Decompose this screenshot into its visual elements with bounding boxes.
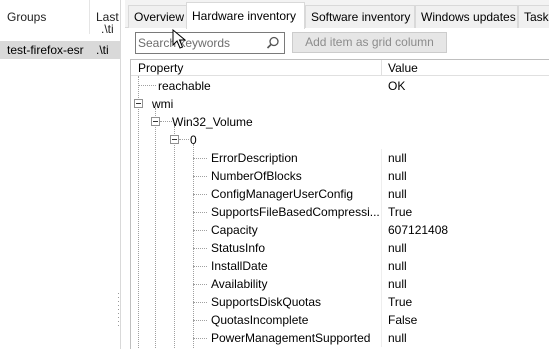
property-name: SupportsFileBasedCompressi... [211,205,380,219]
tree-row[interactable]: ErrorDescription null [131,149,549,167]
property-value: null [388,241,407,255]
property-value: False [388,313,418,327]
tab-hardware-inventory[interactable]: Hardware inventory [186,2,305,29]
last-column-second-line: .\ti [101,22,114,36]
search-box[interactable] [135,32,285,54]
tab-software-inventory[interactable]: Software inventory [305,5,415,28]
group-row[interactable]: test-firefox-esr .\ti [0,41,120,59]
property-value: True [388,205,413,219]
tab-windows-updates[interactable]: Windows updates [415,5,518,28]
property-value: True [388,295,413,309]
tree-row[interactable]: SupportsDiskQuotas True [131,293,549,311]
tree-row[interactable]: Availability null [131,275,549,293]
tree-row[interactable]: InstallDate null [131,257,549,275]
tree-row[interactable]: NumberOfBlocks null [131,167,549,185]
property-name: StatusInfo [211,241,266,255]
tree-row[interactable]: SupportsFileBasedCompressi... True [131,203,549,221]
tree-row[interactable]: ConfigManagerUserConfig null [131,185,549,203]
tree-row-win32-volume[interactable]: Win32_Volume [131,113,549,131]
property-name: Capacity [211,223,258,237]
property-name: Win32_Volume [172,115,253,129]
groups-pane: Groups Last .\ti test-firefox-esr .\ti [0,0,121,349]
property-name: PowerManagementSupported [211,331,371,345]
tree-row[interactable]: Capacity 607121408 [131,221,549,239]
tree-row[interactable]: StatusInfo null [131,239,549,257]
property-name: ErrorDescription [211,151,298,165]
property-value: null [388,259,407,273]
property-value: 607121408 [388,223,449,237]
tree-row[interactable]: QuotasIncomplete False [131,311,549,329]
toolbar: Add item as grid column [125,28,549,60]
details-pane: Overview Hardware inventory Software inv… [125,0,549,349]
collapse-icon[interactable] [151,117,160,126]
property-column-header[interactable]: Property [138,61,183,75]
property-name: QuotasIncomplete [211,313,309,327]
property-name: 0 [190,133,197,147]
tab-strip: Overview Hardware inventory Software inv… [125,0,549,29]
add-grid-column-button[interactable]: Add item as grid column [292,32,447,53]
group-last-value: .\ti [96,43,109,57]
property-value: null [388,187,407,201]
group-name: test-firefox-esr [7,43,84,57]
search-icon[interactable] [266,36,280,50]
groups-column-header[interactable]: Groups [0,0,90,34]
tree-row-reachable[interactable]: reachable OK [131,77,549,95]
property-name: NumberOfBlocks [211,169,302,183]
property-value: null [388,169,407,183]
collapse-icon[interactable] [170,135,179,144]
property-name: SupportsDiskQuotas [211,295,322,309]
tree-row-index-0[interactable]: 0 [131,131,549,149]
property-value: null [388,331,407,345]
property-name: wmi [152,97,174,111]
grid-header: Property Value [131,60,549,76]
mouse-pointer-icon [172,29,186,49]
splitter-grip[interactable] [117,290,121,330]
property-name: Availability [211,277,268,291]
tab-overview[interactable]: Overview [128,5,187,28]
tree-row-wmi[interactable]: wmi [131,95,549,113]
tab-task[interactable]: Task [518,5,549,28]
value-column-header[interactable]: Value [388,61,418,75]
inventory-tree-grid[interactable]: Property Value reachable OK wmi Win32_Vo… [130,59,549,349]
property-value: null [388,277,407,291]
property-name: ConfigManagerUserConfig [211,187,354,201]
tree-row[interactable]: PowerManagementSupported null [131,329,549,347]
property-name: reachable [158,79,211,93]
property-name: InstallDate [211,259,268,273]
property-value: null [388,151,407,165]
search-input[interactable] [138,35,262,51]
property-value: OK [388,79,406,93]
collapse-icon[interactable] [134,99,143,108]
